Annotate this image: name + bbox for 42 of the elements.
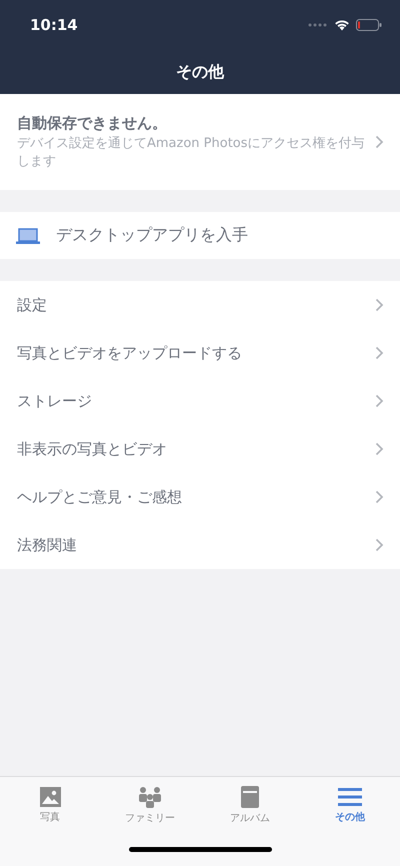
signal-icon [308,23,328,27]
screen-title: その他 [176,62,224,82]
chevron-icon [375,394,384,408]
people-icon [137,786,163,808]
tab[interactable]: 写真 [0,777,100,833]
menu-item[interactable]: ヘルプとご意見・ご感想 [0,473,400,521]
tab-label: その他 [335,810,365,824]
chevron-icon [375,298,384,312]
menu-item-label: ストレージ [17,392,92,410]
battery-icon [356,19,382,31]
tab-label: アルバム [230,812,270,824]
menu-item[interactable]: 非表示の写真とビデオ [0,425,400,473]
wifi-icon [334,19,350,31]
menu-item[interactable]: 設定 [0,281,400,329]
chevron-icon [375,490,384,504]
banner-message: デバイス設定を通じてAmazon Photosにアクセス権を付与します [17,134,366,170]
tab-label: 写真 [40,810,60,824]
tab-label: ファミリー [125,812,175,824]
menu-item-label: ヘルプとご意見・ご感想 [17,488,182,506]
chevron-icon [375,538,384,552]
menu-item-label: 設定 [17,296,47,314]
desktop-app-label: デスクトップアプリを入手 [56,225,248,246]
menu-item-label: 写真とビデオをアップロードする [17,344,242,362]
book-icon [241,786,259,808]
menu-item[interactable]: 写真とビデオをアップロードする [0,329,400,377]
picture-icon [40,786,60,806]
autosave-banner[interactable]: 自動保存できません。 デバイス設定を通じてAmazon Photosにアクセス権を付与します [0,94,400,190]
laptop-icon [16,228,40,244]
menu-item[interactable]: 法務関連 [0,521,400,569]
chevron-icon [375,442,384,456]
status-time: 10:14 [30,16,78,34]
chevron-icon [375,346,384,360]
tab[interactable]: アルバム [200,777,300,833]
menu-item[interactable]: ストレージ [0,377,400,425]
desktop-app-row[interactable]: デスクトップアプリを入手 [0,212,400,259]
menu-item-label: 法務関連 [17,536,77,554]
banner-title: 自動保存できません。 [17,114,168,133]
tab[interactable]: その他 [300,777,400,833]
chevron-icon [375,135,384,149]
tab[interactable]: ファミリー [100,777,200,833]
menu-item-label: 非表示の写真とビデオ [17,440,167,458]
menu-icon [338,786,362,806]
